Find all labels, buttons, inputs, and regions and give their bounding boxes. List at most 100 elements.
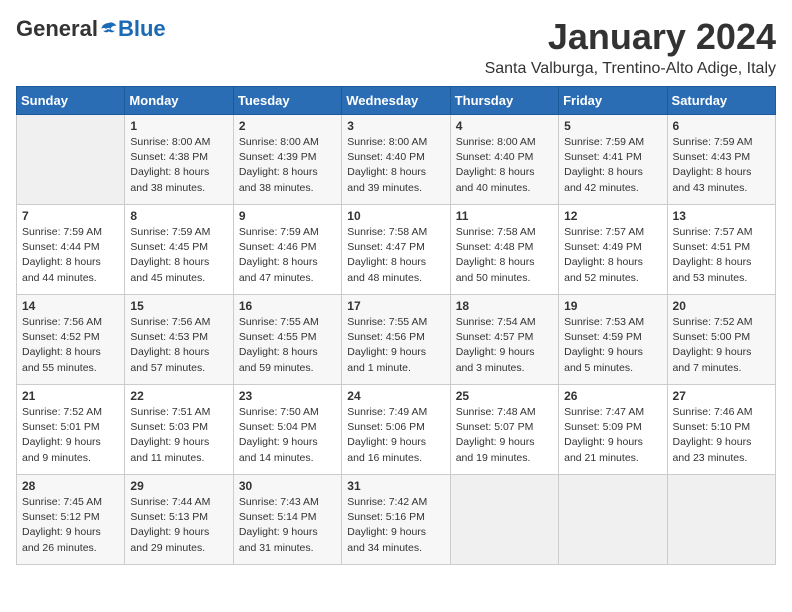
day-number: 31	[347, 479, 444, 493]
day-number: 22	[130, 389, 227, 403]
day-info: Sunrise: 7:52 AM Sunset: 5:00 PM Dayligh…	[673, 315, 770, 376]
calendar-cell: 11 Sunrise: 7:58 AM Sunset: 4:48 PM Dayli…	[450, 205, 558, 295]
calendar-cell: 29 Sunrise: 7:44 AM Sunset: 5:13 PM Dayli…	[125, 475, 233, 565]
day-number: 16	[239, 299, 336, 313]
calendar-cell: 16 Sunrise: 7:55 AM Sunset: 4:55 PM Dayli…	[233, 295, 341, 385]
calendar-cell: 12 Sunrise: 7:57 AM Sunset: 4:49 PM Dayli…	[559, 205, 667, 295]
logo: General Blue	[16, 16, 166, 42]
day-info: Sunrise: 7:50 AM Sunset: 5:04 PM Dayligh…	[239, 405, 336, 466]
day-info: Sunrise: 7:42 AM Sunset: 5:16 PM Dayligh…	[347, 495, 444, 556]
calendar-table: SundayMondayTuesdayWednesdayThursdayFrid…	[16, 86, 776, 565]
calendar-cell: 31 Sunrise: 7:42 AM Sunset: 5:16 PM Dayli…	[342, 475, 450, 565]
calendar-cell: 19Sunrise: 7:53 AM Sunset: 4:59 PM Dayli…	[559, 295, 667, 385]
calendar-cell: 26 Sunrise: 7:47 AM Sunset: 5:09 PM Dayli…	[559, 385, 667, 475]
day-number: 5	[564, 119, 661, 133]
calendar-cell: 22 Sunrise: 7:51 AM Sunset: 5:03 PM Dayli…	[125, 385, 233, 475]
calendar-cell: 5 Sunrise: 7:59 AM Sunset: 4:41 PM Daylig…	[559, 115, 667, 205]
day-info: Sunrise: 7:44 AM Sunset: 5:13 PM Dayligh…	[130, 495, 227, 556]
weekday-header-friday: Friday	[559, 87, 667, 115]
day-info: Sunrise: 7:48 AM Sunset: 5:07 PM Dayligh…	[456, 405, 553, 466]
day-info: Sunrise: 7:59 AM Sunset: 4:46 PM Dayligh…	[239, 225, 336, 286]
day-number: 3	[347, 119, 444, 133]
day-info: Sunrise: 7:54 AM Sunset: 4:57 PM Dayligh…	[456, 315, 553, 376]
calendar-cell: 3Sunrise: 8:00 AM Sunset: 4:40 PM Daylig…	[342, 115, 450, 205]
calendar-cell: 8Sunrise: 7:59 AM Sunset: 4:45 PM Daylig…	[125, 205, 233, 295]
day-info: Sunrise: 7:57 AM Sunset: 4:49 PM Dayligh…	[564, 225, 661, 286]
day-number: 1	[130, 119, 227, 133]
weekday-header-row: SundayMondayTuesdayWednesdayThursdayFrid…	[17, 87, 776, 115]
logo-general-text: General	[16, 16, 98, 42]
calendar-title: January 2024	[485, 16, 776, 58]
calendar-week-row: 1 Sunrise: 8:00 AM Sunset: 4:38 PM Daylig…	[17, 115, 776, 205]
day-info: Sunrise: 8:00 AM Sunset: 4:40 PM Dayligh…	[456, 135, 553, 196]
day-number: 8	[130, 209, 227, 223]
day-number: 23	[239, 389, 336, 403]
day-info: Sunrise: 7:58 AM Sunset: 4:47 PM Dayligh…	[347, 225, 444, 286]
day-number: 10	[347, 209, 444, 223]
day-number: 26	[564, 389, 661, 403]
day-info: Sunrise: 7:46 AM Sunset: 5:10 PM Dayligh…	[673, 405, 770, 466]
calendar-cell: 1 Sunrise: 8:00 AM Sunset: 4:38 PM Daylig…	[125, 115, 233, 205]
day-info: Sunrise: 7:55 AM Sunset: 4:56 PM Dayligh…	[347, 315, 444, 376]
day-number: 18	[456, 299, 553, 313]
day-info: Sunrise: 7:59 AM Sunset: 4:41 PM Dayligh…	[564, 135, 661, 196]
calendar-cell: 17 Sunrise: 7:55 AM Sunset: 4:56 PM Dayli…	[342, 295, 450, 385]
day-info: Sunrise: 7:59 AM Sunset: 4:44 PM Dayligh…	[22, 225, 119, 286]
day-info: Sunrise: 7:51 AM Sunset: 5:03 PM Dayligh…	[130, 405, 227, 466]
weekday-header-saturday: Saturday	[667, 87, 775, 115]
calendar-cell	[667, 475, 775, 565]
weekday-header-thursday: Thursday	[450, 87, 558, 115]
calendar-cell: 23 Sunrise: 7:50 AM Sunset: 5:04 PM Dayli…	[233, 385, 341, 475]
calendar-cell: 18 Sunrise: 7:54 AM Sunset: 4:57 PM Dayli…	[450, 295, 558, 385]
day-info: Sunrise: 7:47 AM Sunset: 5:09 PM Dayligh…	[564, 405, 661, 466]
day-number: 25	[456, 389, 553, 403]
calendar-cell: 4 Sunrise: 8:00 AM Sunset: 4:40 PM Daylig…	[450, 115, 558, 205]
day-number: 9	[239, 209, 336, 223]
weekday-header-wednesday: Wednesday	[342, 87, 450, 115]
calendar-cell: 10 Sunrise: 7:58 AM Sunset: 4:47 PM Dayli…	[342, 205, 450, 295]
day-info: Sunrise: 7:49 AM Sunset: 5:06 PM Dayligh…	[347, 405, 444, 466]
day-number: 29	[130, 479, 227, 493]
day-number: 14	[22, 299, 119, 313]
day-number: 21	[22, 389, 119, 403]
calendar-cell: 13Sunrise: 7:57 AM Sunset: 4:51 PM Dayli…	[667, 205, 775, 295]
page-header: General Blue January 2024 Santa Valburga…	[16, 16, 776, 78]
day-number: 12	[564, 209, 661, 223]
day-info: Sunrise: 7:57 AM Sunset: 4:51 PM Dayligh…	[673, 225, 770, 286]
day-number: 17	[347, 299, 444, 313]
calendar-cell: 25 Sunrise: 7:48 AM Sunset: 5:07 PM Dayli…	[450, 385, 558, 475]
day-info: Sunrise: 8:00 AM Sunset: 4:39 PM Dayligh…	[239, 135, 336, 196]
day-number: 4	[456, 119, 553, 133]
calendar-cell	[450, 475, 558, 565]
day-number: 6	[673, 119, 770, 133]
calendar-cell: 27 Sunrise: 7:46 AM Sunset: 5:10 PM Dayli…	[667, 385, 775, 475]
day-info: Sunrise: 7:43 AM Sunset: 5:14 PM Dayligh…	[239, 495, 336, 556]
calendar-week-row: 28Sunrise: 7:45 AM Sunset: 5:12 PM Dayli…	[17, 475, 776, 565]
day-number: 11	[456, 209, 553, 223]
calendar-week-row: 7 Sunrise: 7:59 AM Sunset: 4:44 PM Daylig…	[17, 205, 776, 295]
day-number: 27	[673, 389, 770, 403]
calendar-cell: 9 Sunrise: 7:59 AM Sunset: 4:46 PM Daylig…	[233, 205, 341, 295]
weekday-header-tuesday: Tuesday	[233, 87, 341, 115]
weekday-header-sunday: Sunday	[17, 87, 125, 115]
logo-bird-icon	[100, 20, 118, 38]
calendar-cell: 20Sunrise: 7:52 AM Sunset: 5:00 PM Dayli…	[667, 295, 775, 385]
day-info: Sunrise: 8:00 AM Sunset: 4:38 PM Dayligh…	[130, 135, 227, 196]
day-info: Sunrise: 7:55 AM Sunset: 4:55 PM Dayligh…	[239, 315, 336, 376]
calendar-week-row: 21 Sunrise: 7:52 AM Sunset: 5:01 PM Dayli…	[17, 385, 776, 475]
day-info: Sunrise: 7:59 AM Sunset: 4:43 PM Dayligh…	[673, 135, 770, 196]
calendar-subtitle: Santa Valburga, Trentino-Alto Adige, Ita…	[485, 60, 776, 78]
day-info: Sunrise: 7:53 AM Sunset: 4:59 PM Dayligh…	[564, 315, 661, 376]
calendar-cell: 14 Sunrise: 7:56 AM Sunset: 4:52 PM Dayli…	[17, 295, 125, 385]
calendar-cell	[17, 115, 125, 205]
calendar-cell: 6 Sunrise: 7:59 AM Sunset: 4:43 PM Daylig…	[667, 115, 775, 205]
day-number: 28	[22, 479, 119, 493]
day-info: Sunrise: 7:56 AM Sunset: 4:52 PM Dayligh…	[22, 315, 119, 376]
day-info: Sunrise: 7:58 AM Sunset: 4:48 PM Dayligh…	[456, 225, 553, 286]
day-number: 7	[22, 209, 119, 223]
calendar-week-row: 14 Sunrise: 7:56 AM Sunset: 4:52 PM Dayli…	[17, 295, 776, 385]
day-info: Sunrise: 7:52 AM Sunset: 5:01 PM Dayligh…	[22, 405, 119, 466]
calendar-cell: 21 Sunrise: 7:52 AM Sunset: 5:01 PM Dayli…	[17, 385, 125, 475]
logo-blue-text: Blue	[118, 16, 166, 42]
calendar-cell: 28Sunrise: 7:45 AM Sunset: 5:12 PM Dayli…	[17, 475, 125, 565]
